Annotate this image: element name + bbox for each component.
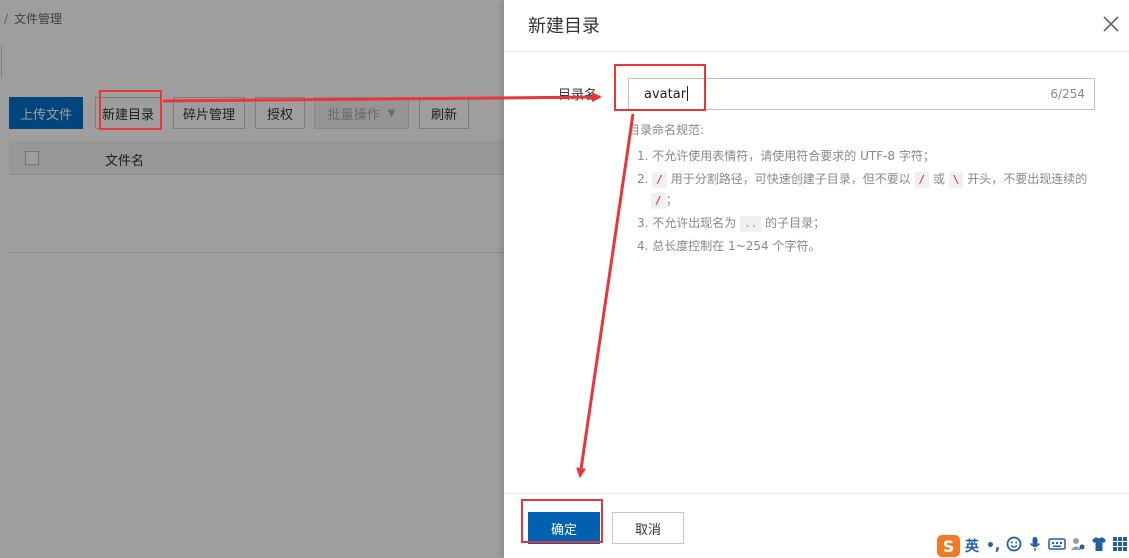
keyboard-icon[interactable] [1047,537,1066,555]
code-dotdot: .. [740,216,762,232]
naming-rule-2-text-b: 用于分割路径，可快速创建子目录，但不要以 [666,172,915,186]
naming-rule-2-prefix: 2. [637,172,653,186]
naming-rule-1-text: 1. 不允许使用表情符，请使用符合要求的 UTF-8 字符； [637,149,935,163]
ime-toolbar: S 英 •, [935,534,1129,558]
modal-overlay[interactable] [0,0,504,558]
cancel-button[interactable]: 取消 [612,512,684,544]
ime-punctuation-toggle[interactable]: •, [984,538,1002,554]
naming-rule-2-text-c: 或 [929,172,949,186]
code-slash: / [651,193,666,209]
naming-rule-2: 2. / 用于分割路径，可快速创建子目录，但不要以 / 或 \ 开头，不要出现连… [637,169,1097,211]
naming-rule-1: 1. 不允许使用表情符，请使用符合要求的 UTF-8 字符； [637,146,1097,167]
drawer-title: 新建目录 [528,16,600,37]
naming-rule-2-text-e: ； [665,193,678,207]
annotation-box-directory-input [614,64,706,111]
close-icon[interactable] [1101,14,1121,34]
naming-rule-3-text-a: 3. 不允许出现名为 [637,216,741,230]
annotation-box-new-directory [99,90,162,130]
naming-rules-list: 1. 不允许使用表情符，请使用符合要求的 UTF-8 字符； 2. / 用于分割… [637,146,1097,257]
code-slash: / [652,172,667,188]
shirt-icon[interactable] [1090,536,1108,556]
grid-icon[interactable] [1111,536,1129,556]
naming-rule-3-text-b: 的子目录； [761,216,826,230]
ime-language-toggle[interactable]: 英 [963,536,981,556]
sogou-logo-icon[interactable]: S [937,535,960,557]
naming-rule-2-text-d: 开头，不要出现连续的 [963,172,1088,186]
user-icon[interactable] [1069,536,1087,556]
annotation-box-confirm [521,499,603,543]
drawer-header: 新建目录 [504,0,1129,52]
character-counter: 6/254 [1050,87,1085,101]
microphone-icon[interactable] [1026,536,1044,556]
naming-rule-4-text: 4. 总长度控制在 1~254 个字符。 [637,239,821,253]
naming-rule-4: 4. 总长度控制在 1~254 个字符。 [637,236,1097,257]
code-backslash: \ [948,172,964,188]
code-slash: / [914,172,930,188]
naming-rule-3: 3. 不允许出现名为 .. 的子目录； [637,213,1097,234]
directory-name-label: 目录名 [558,88,598,103]
new-directory-drawer: 新建目录 目录名 avatar 6/254 目录命名规范: 1. 不允许使用表情… [504,0,1129,558]
naming-rule-2-indent [637,193,651,207]
naming-rules-title: 目录命名规范: [628,123,705,137]
smiley-icon[interactable] [1005,536,1023,556]
